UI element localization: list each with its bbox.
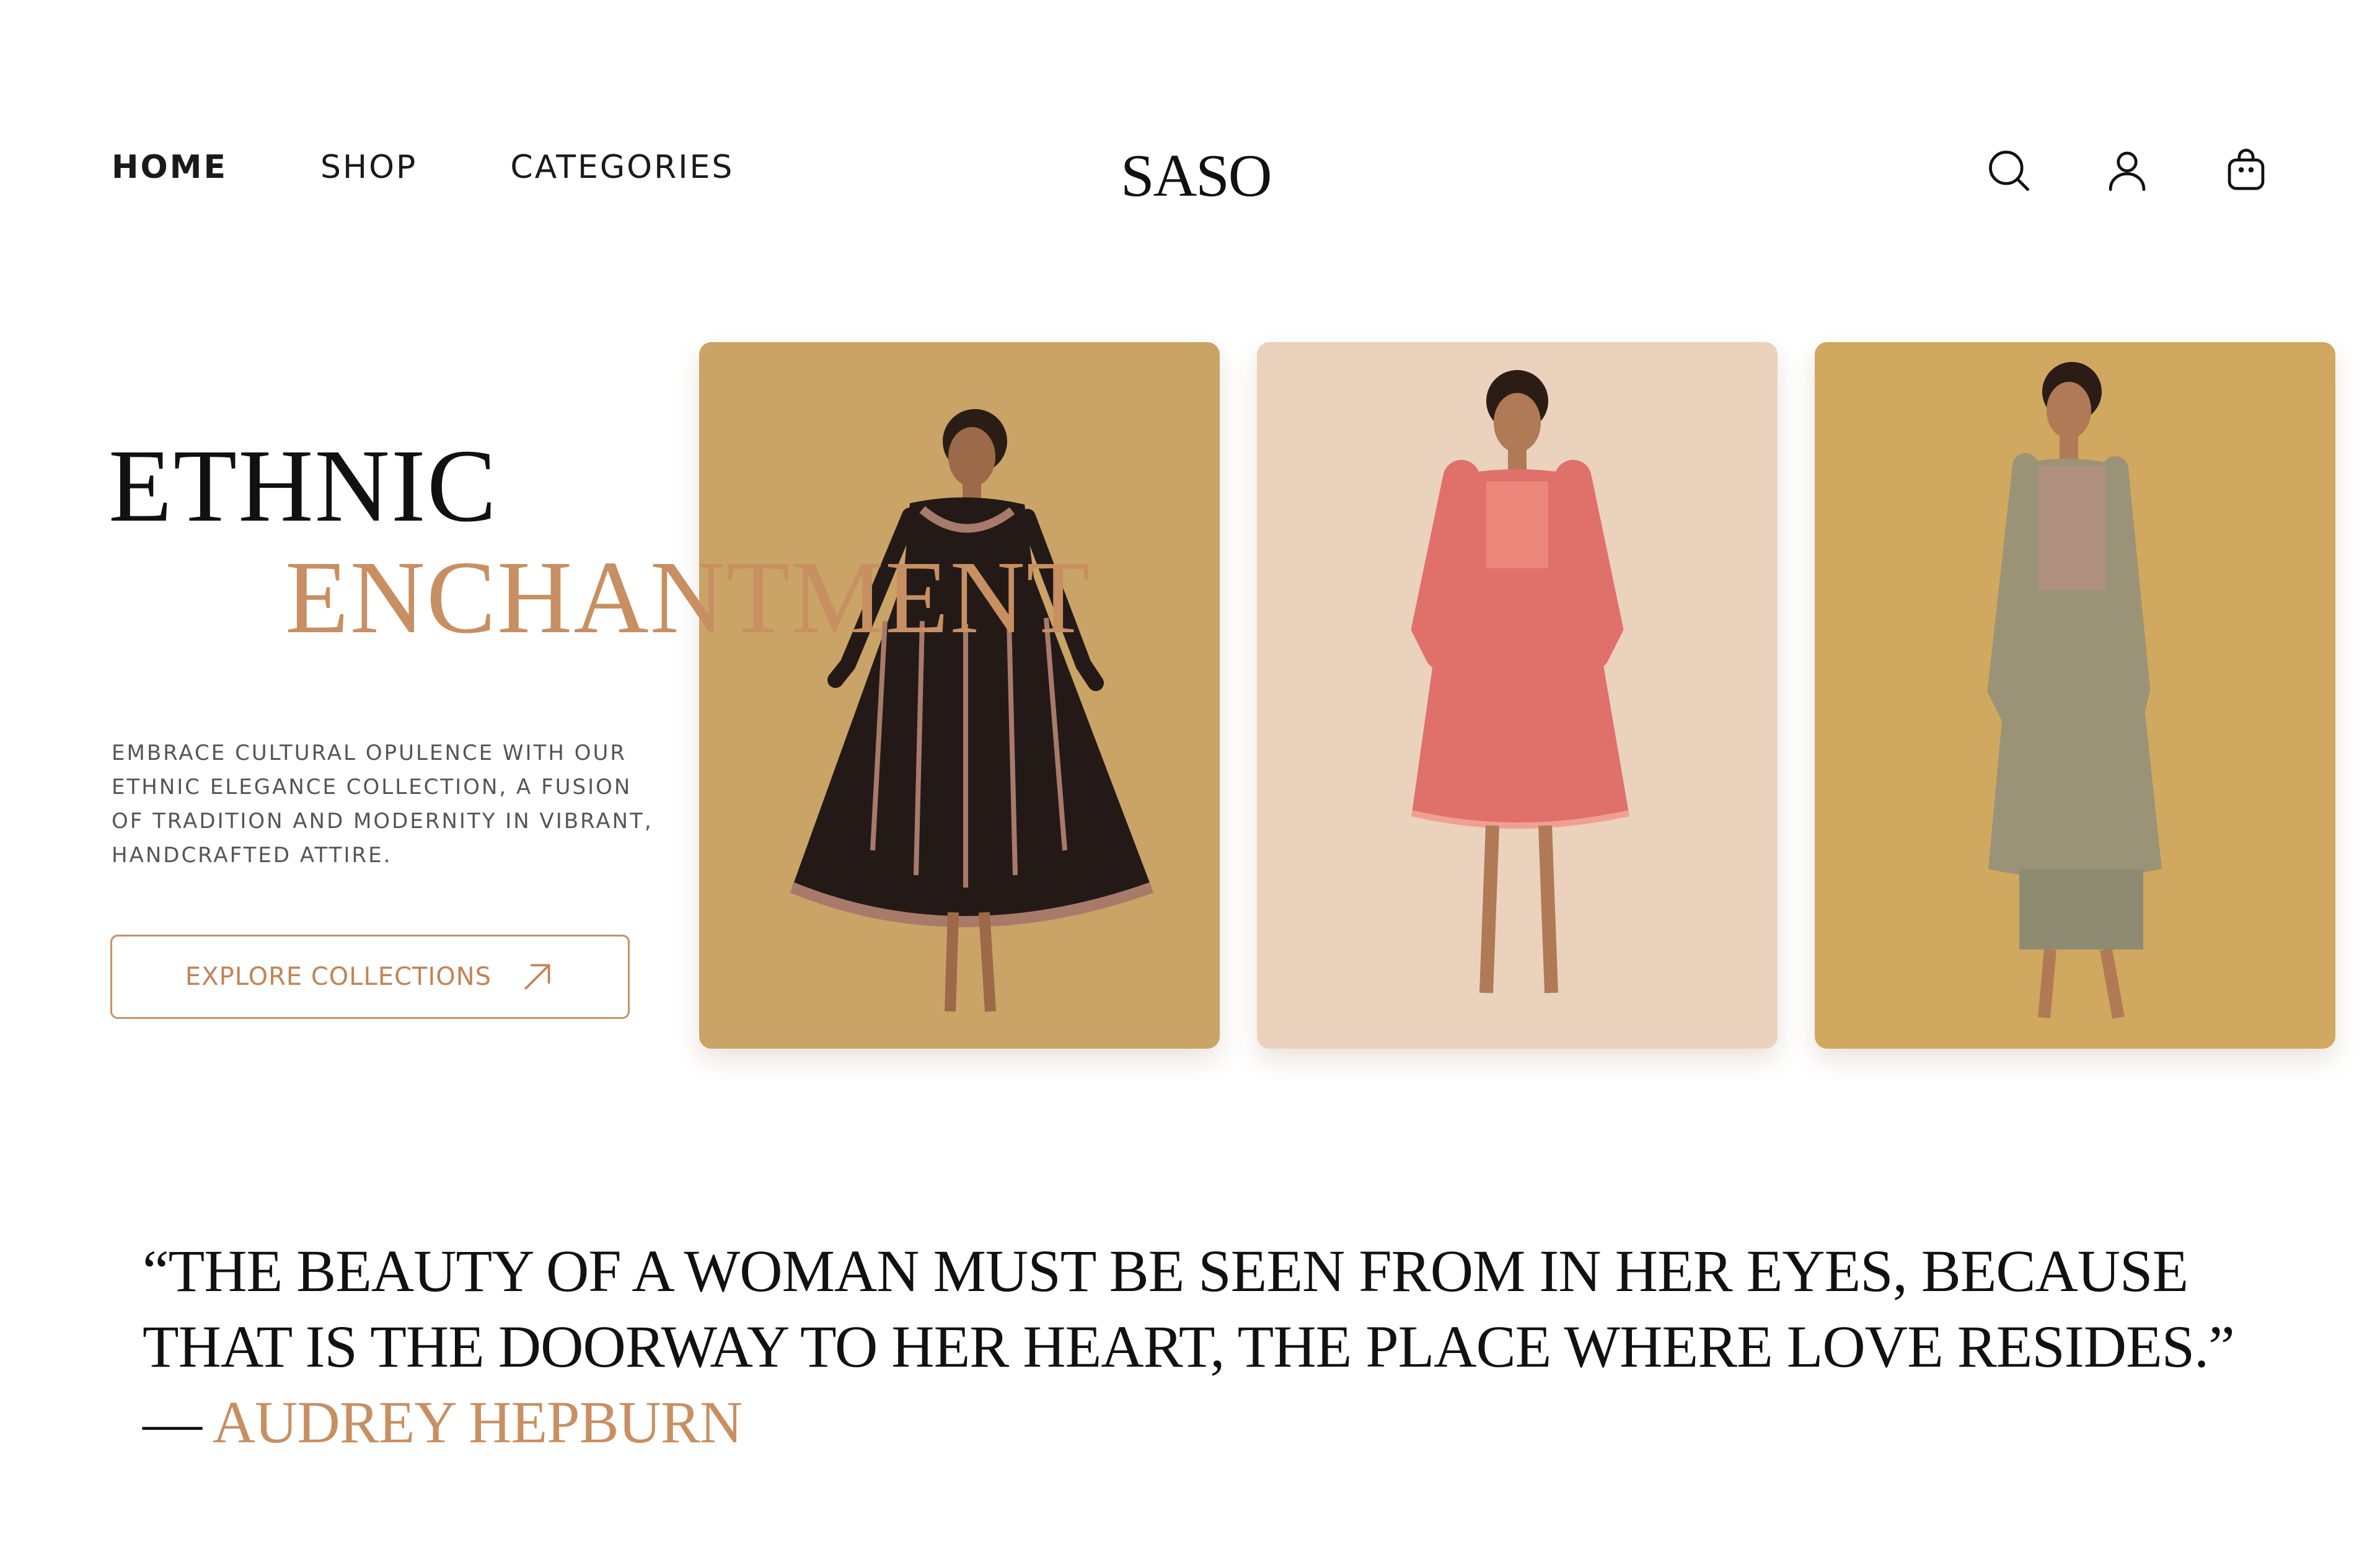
user-icon [2109,151,2146,192]
product-image-1[interactable] [699,342,1220,1049]
search-icon [1989,151,2030,192]
quote-text: “THE BEAUTY OF A WOMAN MUST BE SEEN FROM… [143,1233,2262,1460]
hero-description: EMBRACE CULTURAL OPULENCE WITH OUR ETHNI… [112,741,653,868]
product-image-3[interactable] [1815,342,2335,1049]
explore-collections-label: EXPLORE COLLECTIONS [185,963,492,991]
hero-title-line2: ENCHANTMENT [285,540,1091,655]
header-actions [1983,145,2271,195]
nav-categories-link[interactable]: CATEGORIES [510,149,734,186]
hero-title-line1: ETHNIC [108,428,498,544]
search-button[interactable] [1983,145,2033,195]
arrow-up-right-icon [524,964,550,990]
explore-collections-button[interactable]: EXPLORE COLLECTIONS [110,935,630,1019]
main-nav: HOME SHOP CATEGORIES [112,149,734,186]
shopping-bag-icon [2228,149,2265,190]
brand-logo[interactable]: SASO [1121,141,1272,211]
product-image-2[interactable] [1257,342,1778,1049]
quote-author: AUDREY HEPBURN [212,1389,743,1455]
nav-home-link[interactable]: HOME [112,149,227,186]
cart-button[interactable] [2221,145,2271,195]
nav-shop-link[interactable]: SHOP [320,149,417,186]
account-button[interactable] [2102,145,2152,195]
